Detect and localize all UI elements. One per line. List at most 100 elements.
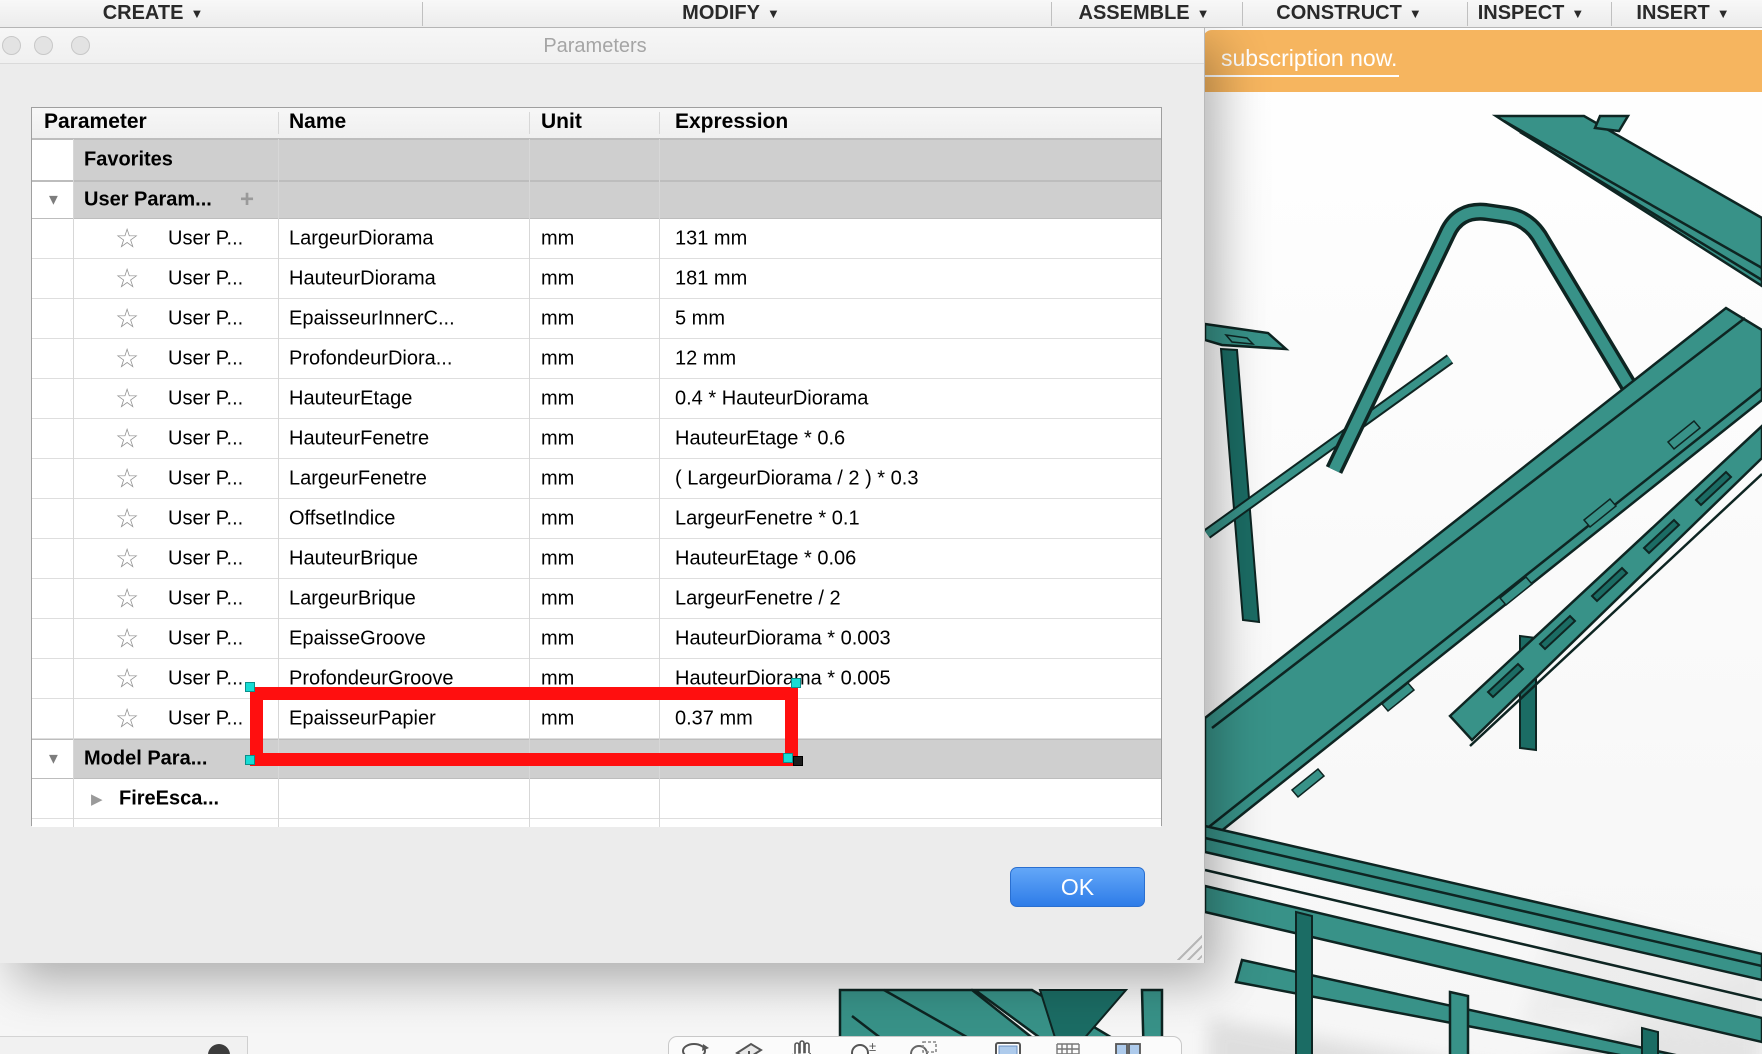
- param-expression-cell[interactable]: ( LargeurDiorama / 2 ) * 0.3: [675, 467, 918, 490]
- menu-modify[interactable]: MODIFY▼: [682, 0, 780, 27]
- favorite-star-icon[interactable]: ☆: [115, 585, 139, 612]
- collapse-triangle-icon[interactable]: ▼: [46, 192, 61, 209]
- param-name-cell[interactable]: ProfondeurGroove: [289, 667, 454, 690]
- param-unit-cell[interactable]: mm: [541, 467, 574, 490]
- favorite-star-icon[interactable]: ☆: [115, 225, 139, 252]
- param-unit-cell[interactable]: mm: [541, 347, 574, 370]
- table-row-LargeurBrique[interactable]: ☆User P...LargeurBriquemmLargeurFenetre …: [32, 579, 1161, 619]
- menu-insert[interactable]: INSERT▼: [1636, 0, 1729, 27]
- param-unit-cell[interactable]: mm: [541, 227, 574, 250]
- param-name-cell[interactable]: EpaisseurInnerC...: [289, 307, 455, 330]
- param-expression-cell[interactable]: 12 mm: [675, 347, 736, 370]
- param-name-cell[interactable]: LargeurFenetre: [289, 467, 427, 490]
- selection-handle-bottom-right-dark: [793, 756, 803, 766]
- param-name-cell[interactable]: ProfondeurDiora...: [289, 347, 452, 370]
- param-expression-cell[interactable]: LargeurFenetre / 2: [675, 587, 841, 610]
- table-row-EpaisseurInnerC...[interactable]: ☆User P...EpaisseurInnerC...mm5 mm: [32, 299, 1161, 339]
- param-unit-cell[interactable]: mm: [541, 707, 574, 730]
- param-name-cell[interactable]: EpaisseGroove: [289, 627, 426, 650]
- param-type-cell: User P...: [168, 227, 243, 250]
- param-expression-cell[interactable]: HauteurDiorama * 0.003: [675, 627, 891, 650]
- param-type-cell: User P...: [168, 707, 243, 730]
- zoom-icon[interactable]: ±: [849, 1040, 879, 1054]
- zoom-window-icon[interactable]: [71, 36, 90, 55]
- param-name-cell[interactable]: LargeurBrique: [289, 587, 416, 610]
- look-at-icon[interactable]: [734, 1040, 764, 1054]
- param-unit-cell[interactable]: mm: [541, 667, 574, 690]
- table-row-ProfondeurDiora...[interactable]: ☆User P...ProfondeurDiora...mm12 mm: [32, 339, 1161, 379]
- param-name-cell[interactable]: HauteurDiorama: [289, 267, 436, 290]
- param-expression-cell[interactable]: HauteurEtage * 0.6: [675, 427, 845, 450]
- dialog-resize-grip[interactable]: [1176, 934, 1202, 960]
- param-expression-cell[interactable]: HauteurDiorama * 0.005: [675, 667, 891, 690]
- expand-triangle-icon[interactable]: ▶: [91, 790, 103, 808]
- table-row-LargeurFenetre[interactable]: ☆User P...LargeurFenetremm( LargeurDiora…: [32, 459, 1161, 499]
- favorite-star-icon[interactable]: ☆: [115, 465, 139, 492]
- param-name-cell[interactable]: HauteurEtage: [289, 387, 412, 410]
- param-type-cell: User P...: [168, 387, 243, 410]
- param-expression-cell[interactable]: HauteurEtage * 0.06: [675, 547, 856, 570]
- orbit-icon[interactable]: [679, 1040, 709, 1054]
- collapse-triangle-icon[interactable]: ▼: [46, 751, 61, 768]
- section-row-model-parameters[interactable]: ▼Model Para...: [32, 739, 1161, 779]
- favorite-star-icon[interactable]: ☆: [115, 665, 139, 692]
- param-expression-cell[interactable]: 0.4 * HauteurDiorama: [675, 387, 868, 410]
- component-label: FireEsca...: [119, 787, 219, 810]
- param-unit-cell[interactable]: mm: [541, 307, 574, 330]
- param-name-cell[interactable]: HauteurFenetre: [289, 427, 429, 450]
- param-name-cell[interactable]: LargeurDiorama: [289, 227, 434, 250]
- param-expression-cell[interactable]: 0.37 mm: [675, 707, 753, 730]
- add-parameter-icon[interactable]: +: [240, 186, 254, 214]
- param-name-cell[interactable]: EpaisseurPapier: [289, 707, 436, 730]
- param-unit-cell[interactable]: mm: [541, 627, 574, 650]
- param-unit-cell[interactable]: mm: [541, 427, 574, 450]
- param-expression-cell[interactable]: 5 mm: [675, 307, 725, 330]
- favorite-star-icon[interactable]: ☆: [115, 625, 139, 652]
- column-header-name: Name: [289, 110, 346, 134]
- param-unit-cell[interactable]: mm: [541, 587, 574, 610]
- favorite-star-icon[interactable]: ☆: [115, 385, 139, 412]
- param-unit-cell[interactable]: mm: [541, 267, 574, 290]
- favorite-star-icon[interactable]: ☆: [115, 545, 139, 572]
- window-zoom-icon[interactable]: [909, 1040, 939, 1054]
- display-settings-icon[interactable]: [993, 1040, 1023, 1054]
- param-name-cell[interactable]: OffsetIndice: [289, 507, 395, 530]
- favorite-star-icon[interactable]: ☆: [115, 345, 139, 372]
- favorite-star-icon[interactable]: ☆: [115, 425, 139, 452]
- menu-assemble[interactable]: ASSEMBLE▼: [1079, 0, 1210, 27]
- table-row-LargeurDiorama[interactable]: ☆ User P... LargeurDiorama mm 131 mm: [32, 219, 1161, 259]
- favorite-star-icon[interactable]: ☆: [115, 705, 139, 732]
- viewports-icon[interactable]: [1113, 1040, 1143, 1054]
- favorite-star-icon[interactable]: ☆: [115, 305, 139, 332]
- param-name-cell[interactable]: HauteurBrique: [289, 547, 418, 570]
- dialog-titlebar[interactable]: Parameters: [0, 28, 1204, 64]
- table-row-HauteurEtage[interactable]: ☆ User P... HauteurEtage mm 0.4 * HauteurDio…: [32, 379, 1161, 419]
- ok-button[interactable]: OK: [1010, 867, 1145, 907]
- subscription-link[interactable]: subscription now.: [1205, 45, 1399, 77]
- table-row-HauteurDiorama[interactable]: ☆User P...HauteurDioramamm181 mm: [32, 259, 1161, 299]
- table-row-HauteurBrique[interactable]: ☆User P...HauteurBriquemmHauteurEtage * …: [32, 539, 1161, 579]
- menu-inspect[interactable]: INSPECT▼: [1478, 0, 1585, 27]
- pan-icon[interactable]: [787, 1040, 817, 1054]
- param-expression-cell[interactable]: 131 mm: [675, 227, 747, 250]
- minimize-window-icon[interactable]: [34, 36, 53, 55]
- param-expression-cell[interactable]: 181 mm: [675, 267, 747, 290]
- param-expression-cell[interactable]: LargeurFenetre * 0.1: [675, 507, 860, 530]
- table-row-OffsetIndice[interactable]: ☆User P...OffsetIndicemmLargeurFenetre *…: [32, 499, 1161, 539]
- param-unit-cell[interactable]: mm: [541, 387, 574, 410]
- section-row-user-parameters[interactable]: ▼User Param...+: [32, 181, 1161, 219]
- param-unit-cell[interactable]: mm: [541, 547, 574, 570]
- table-row-fire-escape[interactable]: ▶ FireEsca...: [32, 779, 1161, 819]
- favorite-star-icon[interactable]: ☆: [115, 265, 139, 292]
- table-row-EpaisseurPapier[interactable]: ☆ User P... EpaisseurPapier mm 0.37 mm: [32, 699, 1161, 739]
- close-window-icon[interactable]: [2, 36, 21, 55]
- menu-construct[interactable]: CONSTRUCT▼: [1276, 0, 1421, 27]
- param-unit-cell[interactable]: mm: [541, 507, 574, 530]
- table-row-ProfondeurGroove[interactable]: ☆User P...ProfondeurGroovemmHauteurDiora…: [32, 659, 1161, 699]
- favorite-star-icon[interactable]: ☆: [115, 505, 139, 532]
- section-row-favorites[interactable]: Favorites: [32, 139, 1161, 181]
- grid-display-icon[interactable]: [1053, 1040, 1083, 1054]
- menu-create[interactable]: CREATE▼: [103, 0, 204, 27]
- table-row-EpaisseGroove[interactable]: ☆User P...EpaisseGroovemmHauteurDiorama …: [32, 619, 1161, 659]
- table-row-HauteurFenetre[interactable]: ☆User P...HauteurFenetremmHauteurEtage *…: [32, 419, 1161, 459]
